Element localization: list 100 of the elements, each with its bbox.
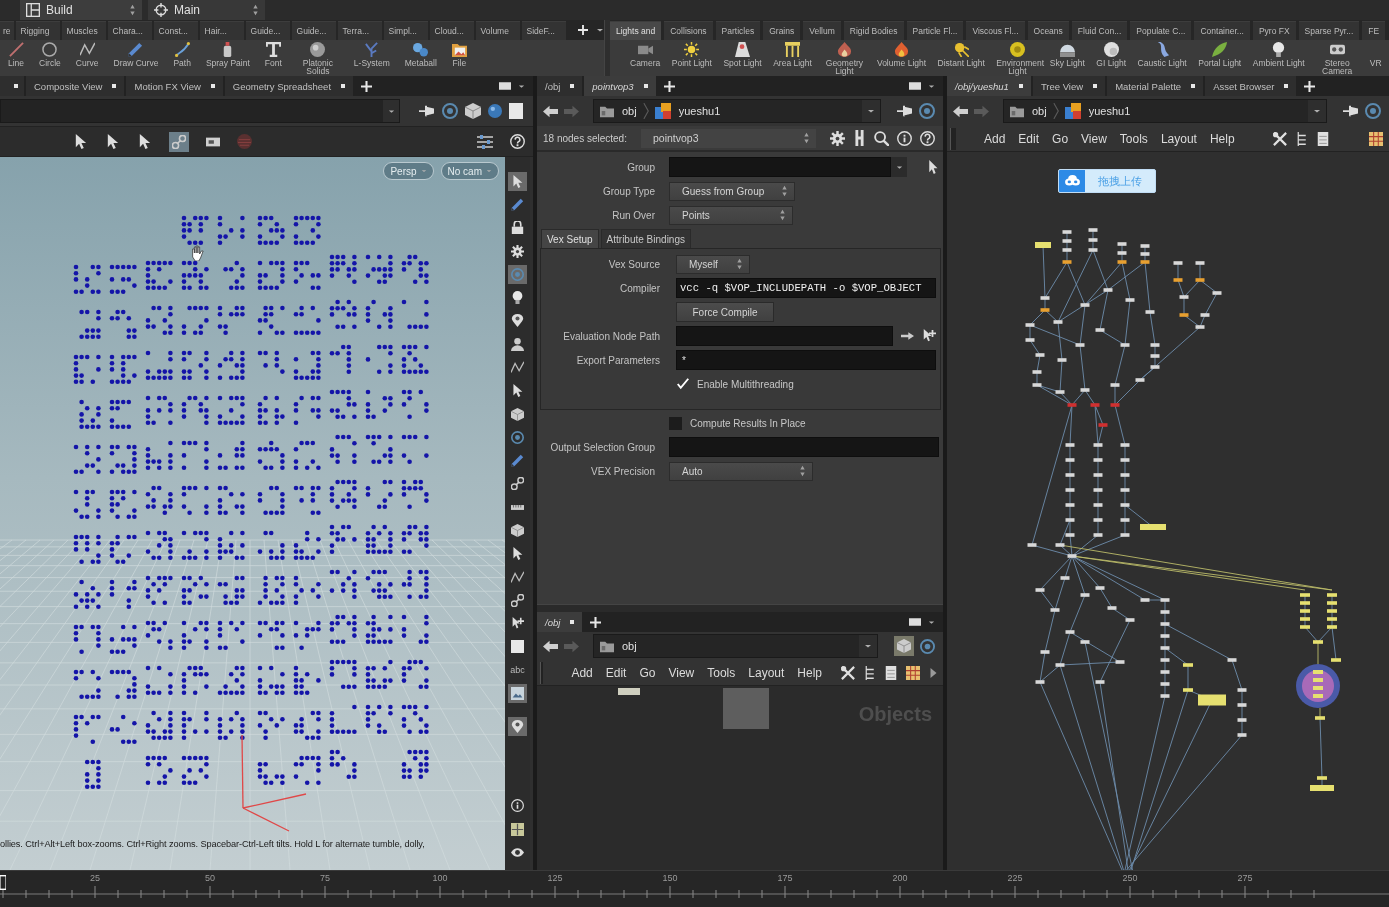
path-field[interactable]: obj	[593, 634, 878, 658]
network-node[interactable]	[1062, 230, 1072, 234]
arrow-cursor-icon[interactable]	[73, 134, 88, 149]
network-node[interactable]	[1088, 228, 1098, 232]
network-node[interactable]	[1067, 403, 1077, 407]
caret-icon[interactable]	[387, 108, 395, 114]
path-field[interactable]	[0, 99, 400, 123]
network-node[interactable]	[1065, 533, 1075, 537]
shelf-tool-button[interactable]: Stereo Camera	[1314, 40, 1361, 75]
network-node[interactable]	[1107, 606, 1117, 610]
color-grid-icon[interactable]	[1369, 131, 1383, 146]
map-pin-icon[interactable]	[511, 314, 524, 328]
pen-icon[interactable]	[511, 198, 524, 212]
cross-tools-icon[interactable]	[1273, 131, 1287, 146]
network-node[interactable]	[1150, 343, 1160, 347]
tree-icon[interactable]	[864, 665, 876, 680]
network-node[interactable]	[1075, 343, 1085, 347]
network-node[interactable]	[1050, 608, 1060, 612]
network-node[interactable]	[1327, 617, 1337, 621]
back-arrow-icon[interactable]	[543, 639, 558, 653]
shelf-tab[interactable]: Rigid Bodies	[843, 21, 904, 40]
node-jump-icon[interactable]	[901, 331, 914, 341]
link-icon[interactable]	[511, 593, 524, 607]
list-icon[interactable]	[885, 665, 897, 680]
menu-item[interactable]: Help	[797, 665, 822, 680]
shelf-tab[interactable]: Volume	[475, 21, 520, 40]
pane-tab[interactable]: pointvop3	[584, 76, 656, 96]
network-node[interactable]	[1198, 694, 1226, 706]
network-node[interactable]	[1055, 390, 1065, 394]
folder-tab[interactable]: Vex Setup	[541, 229, 599, 248]
network-node[interactable]	[1065, 458, 1075, 462]
h-icon[interactable]	[853, 130, 866, 146]
menu-item[interactable]: Add	[984, 131, 1006, 146]
network-node[interactable]	[1055, 663, 1065, 667]
network-node[interactable]	[1032, 383, 1042, 387]
shelf-tab[interactable]: Muscles	[61, 21, 106, 40]
network-node[interactable]	[1327, 609, 1337, 613]
network-node[interactable]	[1093, 458, 1103, 462]
network-node[interactable]	[1160, 694, 1170, 698]
view-menu-button[interactable]: No cam	[440, 162, 499, 180]
network-node[interactable]	[1025, 338, 1035, 342]
network-node[interactable]	[1317, 776, 1327, 780]
dropdown-menu[interactable]: Points	[669, 205, 793, 225]
info-icon[interactable]	[511, 799, 524, 813]
network-node[interactable]	[1195, 278, 1205, 282]
network-node[interactable]	[1327, 625, 1337, 629]
dropdown-menu[interactable]: Auto	[669, 461, 813, 481]
pane-tab[interactable]: Geometry Spreadsheet	[224, 76, 354, 96]
help-icon[interactable]	[920, 130, 935, 146]
network-node[interactable]	[1183, 688, 1193, 692]
cube-icon[interactable]	[511, 524, 524, 537]
shelf-tool-button[interactable]: Curve	[73, 40, 101, 67]
menu-item[interactable]: Layout	[748, 665, 785, 680]
pane-tab[interactable]: Composite View	[26, 76, 125, 96]
shelf-tool-button[interactable]: Volume Light	[874, 40, 929, 67]
play-arrow-icon[interactable]	[929, 667, 937, 678]
network-node[interactable]	[1200, 313, 1210, 317]
eye-icon[interactable]	[511, 845, 524, 859]
network-node[interactable]	[1120, 473, 1130, 477]
stepper-arrows-icon[interactable]	[781, 185, 788, 197]
shelf-tab[interactable]: Particle Fl...	[906, 21, 964, 40]
network-node[interactable]	[1179, 313, 1189, 317]
network-node[interactable]	[1120, 443, 1130, 447]
picture-icon[interactable]	[508, 683, 527, 703]
add-tab-icon[interactable]	[590, 616, 602, 628]
network-node[interactable]	[1173, 278, 1183, 282]
shelf-tool-button[interactable]: Platonic Solids	[294, 40, 341, 75]
network-node[interactable]	[1300, 625, 1310, 629]
network-node[interactable]	[1145, 310, 1155, 314]
pane-tab[interactable]: /obj	[537, 612, 583, 632]
network-node[interactable]	[1065, 503, 1075, 507]
path-crumb[interactable]: yueshu1	[1064, 103, 1131, 119]
network-node[interactable]	[1065, 443, 1075, 447]
striped-sphere-icon[interactable]	[237, 134, 252, 149]
link-icon[interactable]	[511, 477, 524, 491]
network-node[interactable]	[1035, 680, 1045, 684]
group-field[interactable]	[669, 157, 891, 177]
playhead-icon[interactable]	[0, 875, 6, 890]
caret-icon[interactable]	[864, 643, 872, 649]
help-icon[interactable]	[510, 134, 525, 149]
grid-icon[interactable]	[511, 822, 524, 836]
pane-menu-icon[interactable]	[499, 81, 511, 91]
network-node[interactable]	[1300, 617, 1310, 621]
color-grid-icon[interactable]	[906, 665, 920, 680]
shelf-tool-button[interactable]: Area Light	[771, 40, 814, 67]
info-icon[interactable]	[897, 130, 912, 146]
network-node[interactable]	[1095, 586, 1105, 590]
network-node[interactable]	[1065, 473, 1075, 477]
cube-icon[interactable]	[465, 103, 481, 119]
back-arrow-icon[interactable]	[953, 104, 968, 118]
pane-tab[interactable]: Asset Browser	[1205, 76, 1297, 96]
resize-handle[interactable]	[540, 661, 544, 684]
shelf-tab[interactable]: re	[0, 21, 14, 40]
path-crumb[interactable]: obj	[1010, 104, 1047, 118]
pane-tab[interactable]: /obj/yueshu1	[947, 76, 1031, 96]
checkbox[interactable]	[676, 377, 689, 391]
network-node[interactable]	[1055, 543, 1065, 547]
shelf-tool-button[interactable]: Geometry Light	[821, 40, 868, 75]
caret-icon[interactable]	[867, 108, 875, 114]
pen-icon[interactable]	[511, 454, 524, 468]
